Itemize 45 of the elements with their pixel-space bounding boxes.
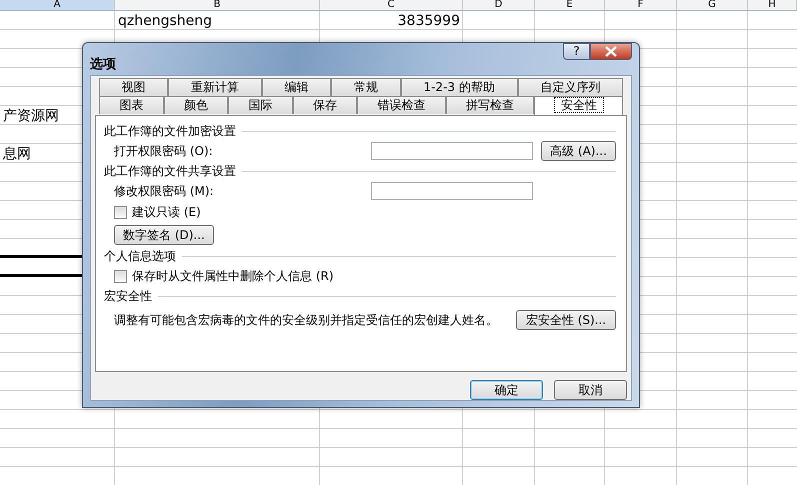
column-header[interactable]: B (115, 0, 320, 11)
checkbox[interactable] (114, 270, 127, 282)
field-label: 修改权限密码 (M): (114, 183, 214, 200)
ok-button[interactable]: 确定 (470, 380, 543, 400)
field-label: 打开权限密码 (O): (114, 143, 213, 160)
description-text: 调整有可能包含宏病毒的文件的安全级别并指定受信任的宏创建人姓名。 (114, 312, 498, 328)
tab[interactable]: 国际 (228, 96, 293, 114)
tab[interactable]: 1-2-3 的帮助 (400, 78, 518, 96)
section-heading: 此工作簿的文件共享设置 (104, 163, 236, 180)
checkbox-label: 建议只读 (E) (132, 204, 201, 221)
tab[interactable]: 编辑 (262, 78, 332, 96)
cell-text: qzhengsheng (117, 12, 214, 30)
checkbox[interactable] (114, 206, 127, 218)
tab[interactable]: 颜色 (164, 96, 228, 114)
tab[interactable]: 保存 (292, 96, 358, 114)
tab[interactable]: 重新计算 (168, 78, 262, 96)
column-header[interactable]: D (463, 0, 535, 11)
tab[interactable]: 错误检查 (357, 96, 446, 114)
section-heading: 此工作簿的文件加密设置 (104, 123, 236, 140)
column-header[interactable]: E (535, 0, 605, 11)
cancel-button[interactable]: 取消 (554, 380, 627, 400)
macro-security-button[interactable]: 宏安全性 (S)... (516, 310, 616, 330)
tab[interactable]: 拼写检查 (446, 96, 534, 114)
password-field[interactable] (371, 142, 533, 160)
tab[interactable]: 视图 (99, 78, 168, 96)
tab[interactable]: 自定义序列 (518, 78, 624, 96)
advanced-button[interactable]: 高级 (A)... (541, 141, 616, 161)
column-header[interactable]: F (605, 0, 677, 11)
password-field[interactable] (371, 182, 533, 200)
close-button[interactable] (590, 43, 632, 60)
tab[interactable]: 图表 (99, 96, 164, 114)
section-heading: 宏安全性 (104, 288, 152, 305)
checkbox-label: 保存时从文件属性中删除个人信息 (R) (132, 268, 334, 285)
digital-signature-button[interactable]: 数字签名 (D)... (114, 224, 214, 244)
cell-text: 产资源网 (2, 106, 60, 124)
help-button[interactable]: ? (563, 43, 590, 60)
dialog-title: 选项 (90, 56, 116, 74)
cell-text: 3835999 (396, 12, 461, 30)
cell-text: 息网 (2, 144, 32, 162)
section-heading: 个人信息选项 (104, 248, 176, 265)
tab[interactable]: 安全性 (534, 96, 624, 114)
column-header[interactable]: A (0, 0, 115, 11)
close-icon (604, 46, 618, 57)
column-header[interactable]: H (748, 0, 797, 11)
tab[interactable]: 常规 (331, 78, 401, 96)
